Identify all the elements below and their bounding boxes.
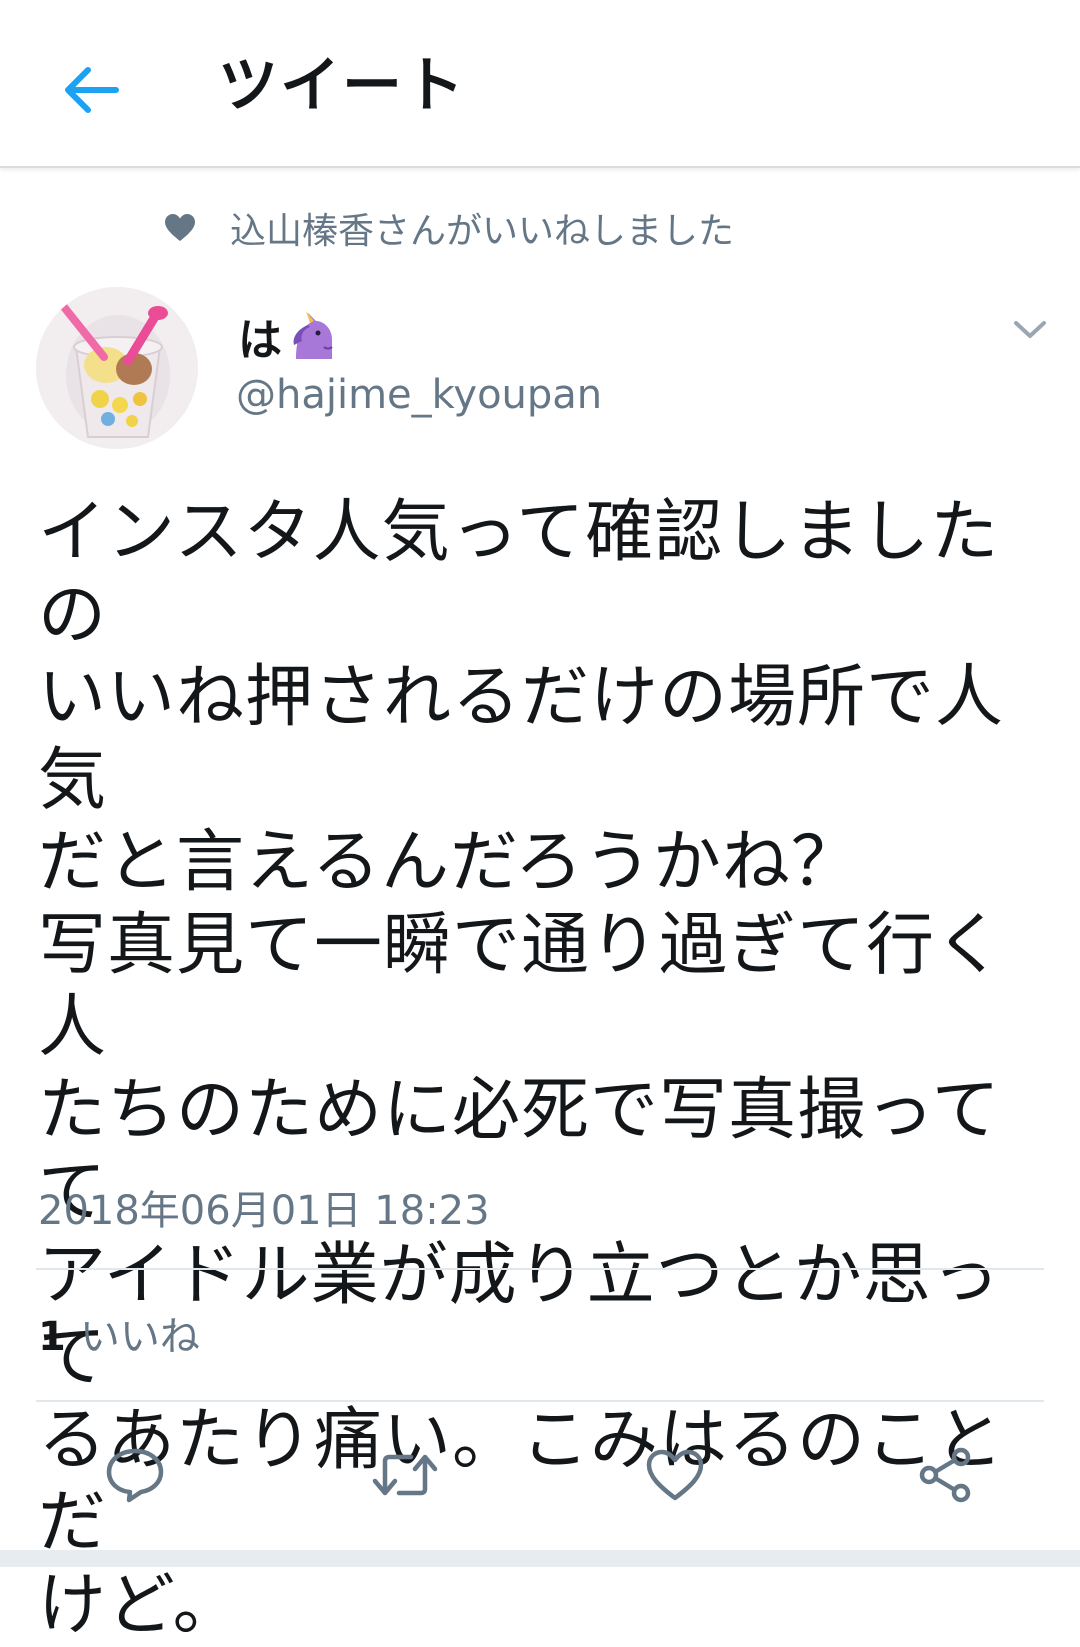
page-title: ツイート xyxy=(218,51,466,121)
bottom-divider xyxy=(0,1550,1080,1567)
tweet-action-bar xyxy=(0,1430,1080,1520)
reply-button[interactable] xyxy=(90,1430,180,1520)
avatar[interactable] xyxy=(36,287,198,449)
display-name[interactable]: は xyxy=(238,306,336,366)
back-arrow-icon xyxy=(65,67,119,113)
app-header: ツイート xyxy=(0,0,1080,168)
like-button[interactable] xyxy=(630,1430,720,1520)
heart-outline-icon xyxy=(646,1449,704,1501)
likes-label: いいね xyxy=(79,1314,200,1360)
more-options-button[interactable] xyxy=(1006,306,1054,354)
likes-count: 1 xyxy=(38,1314,66,1360)
retweet-icon xyxy=(372,1454,438,1496)
display-name-text: は xyxy=(238,315,282,366)
share-icon xyxy=(919,1447,971,1503)
back-button[interactable] xyxy=(50,50,130,130)
retweet-button[interactable] xyxy=(360,1430,450,1520)
social-context[interactable]: 込山榛香さんがいいねしました xyxy=(160,200,734,256)
heart-icon xyxy=(160,208,200,248)
likes-stat[interactable]: 1 いいね xyxy=(38,1304,200,1364)
tweet-timestamp[interactable]: 2018年06月01日 18:23 xyxy=(38,1178,490,1236)
social-context-text: 込山榛香さんがいいねしました xyxy=(230,211,735,252)
unicorn-emoji xyxy=(293,311,333,359)
chevron-down-icon xyxy=(1014,321,1046,338)
share-button[interactable] xyxy=(900,1430,990,1520)
avatar-image xyxy=(36,287,198,449)
user-handle[interactable]: @hajime_kyoupan xyxy=(236,372,602,418)
divider xyxy=(36,1268,1044,1270)
reply-icon xyxy=(106,1448,164,1503)
divider xyxy=(36,1400,1044,1402)
